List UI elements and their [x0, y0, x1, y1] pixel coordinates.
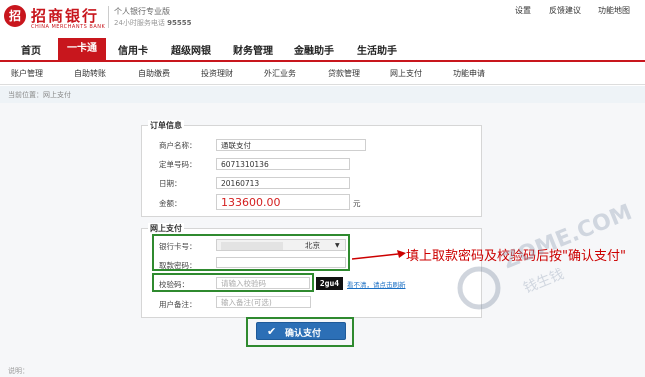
captcha-input[interactable]: 请输入校验码	[216, 277, 310, 289]
hotline-number: 95555	[167, 19, 192, 27]
nav-life-assistant[interactable]: 生活助手	[357, 42, 397, 57]
watermark-text: ZOME.COM	[500, 200, 636, 274]
subnav-apply[interactable]: 功能申请	[453, 68, 485, 79]
nav-fin-assistant[interactable]: 金融助手	[294, 42, 334, 57]
nav-debit-card[interactable]: 一卡通	[58, 38, 106, 60]
order-no-field: 6071310136	[216, 158, 350, 170]
feedback-link[interactable]: 反馈建议	[549, 5, 581, 16]
chevron-down-icon: ▼	[335, 242, 340, 249]
watermark-subtext: 钱生钱	[521, 266, 566, 297]
card-city: 北京	[305, 241, 320, 250]
nav-super-ebank[interactable]: 超级网银	[171, 42, 211, 57]
amount-field: 133600.00	[216, 194, 350, 210]
card-select[interactable]: 北京 ▼	[216, 239, 346, 251]
subnav-loan[interactable]: 贷款管理	[328, 68, 360, 79]
pin-input[interactable]	[216, 257, 346, 268]
subnav-account[interactable]: 账户管理	[11, 68, 43, 79]
captcha-refresh-link[interactable]: 看不清，请点击刷新	[347, 279, 406, 289]
footer-note: 说明：	[8, 367, 29, 375]
bank-name: 招商银行	[31, 7, 100, 25]
amount-label: 金额：	[159, 199, 182, 208]
subnav-forex[interactable]: 外汇业务	[264, 68, 296, 79]
order-info-title: 订单信息	[148, 120, 184, 131]
merchant-field: 通联支付	[216, 139, 366, 151]
breadcrumb: 当前位置：网上支付	[8, 91, 71, 99]
edition-label: 个人银行专业版	[114, 7, 170, 16]
card-label: 银行卡号：	[159, 242, 197, 251]
bank-name-en: CHINA MERCHANTS BANK	[31, 24, 106, 30]
nav-home[interactable]: 首页	[21, 42, 41, 57]
merchant-label: 商户名称：	[159, 141, 197, 150]
date-field: 20160713	[216, 177, 350, 189]
subnav-transfer[interactable]: 自助转账	[74, 68, 106, 79]
subnav-payment[interactable]: 自助缴费	[138, 68, 170, 79]
bank-logo-icon: 招	[4, 5, 26, 27]
check-icon: ✔	[267, 325, 277, 338]
nav-finance[interactable]: 财务管理	[233, 42, 273, 57]
confirm-pay-button[interactable]: ✔ 确认支付	[256, 322, 346, 340]
nav-credit-card[interactable]: 信用卡	[118, 42, 148, 57]
subnav-online-pay[interactable]: 网上支付	[390, 68, 422, 79]
breadcrumb-bar	[0, 86, 645, 103]
order-no-label: 定单号码：	[159, 160, 197, 169]
watermark-logo: ZOME.COM 钱生钱	[457, 200, 636, 310]
card-number-masked	[221, 242, 283, 250]
remark-label: 用户备注：	[159, 300, 197, 309]
date-label: 日期：	[159, 179, 182, 188]
captcha-label: 校验码：	[159, 280, 189, 289]
hotline-text: 24小时服务电话 95555	[114, 18, 192, 28]
subnav-invest[interactable]: 投资理财	[201, 68, 233, 79]
sitemap-link[interactable]: 功能地图	[598, 5, 630, 16]
settings-link[interactable]: 设置	[515, 5, 531, 16]
remark-input[interactable]: 输入备注(可选)	[216, 296, 311, 308]
amount-unit: 元	[353, 199, 361, 208]
captcha-image[interactable]: 2gu4	[316, 277, 343, 290]
logo-divider	[108, 6, 109, 28]
pin-label: 取款密码：	[159, 261, 197, 270]
payment-title: 网上支付	[148, 223, 184, 234]
arrow-icon	[352, 250, 406, 260]
hotline-label: 24小时服务电话	[114, 19, 165, 27]
confirm-pay-label: 确认支付	[285, 329, 322, 339]
